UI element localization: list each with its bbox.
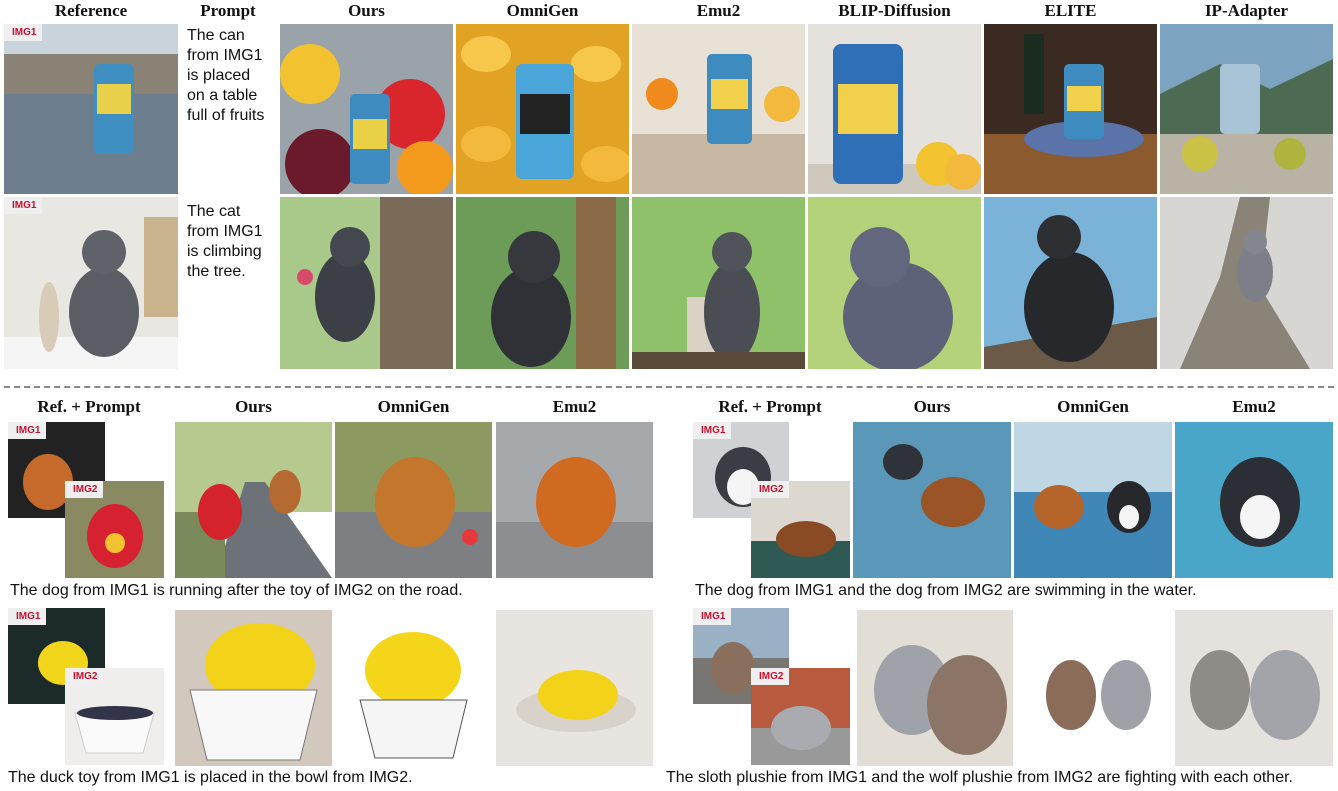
elite-can-image	[984, 24, 1157, 194]
header-emu2-right: Emu2	[1232, 397, 1276, 416]
omnigen-dogs-swimming-image	[1014, 422, 1172, 578]
img1-tag: IMG1	[8, 608, 47, 625]
header-emu2: Emu2	[696, 1, 741, 20]
header-elite: ELITE	[1044, 1, 1097, 20]
ours-duck-bowl-image	[175, 610, 332, 766]
img1-tag: IMG1	[4, 24, 43, 41]
omnigen-sloth-wolf-image	[1016, 610, 1172, 766]
emu2-dog-toy-image	[496, 422, 653, 578]
ours-dog-toy-image	[175, 422, 332, 578]
header-ours: Ours	[348, 1, 385, 20]
img1-tag: IMG1	[8, 422, 47, 439]
ip-adapter-cat-image	[1160, 197, 1333, 369]
omnigen-duck-bowl-image	[335, 610, 492, 766]
img2-tag: IMG2	[751, 481, 790, 498]
reference-img2-bowl: IMG2	[65, 668, 164, 765]
ours-sloth-wolf-image	[857, 610, 1013, 766]
ours-dogs-swimming-image	[853, 422, 1011, 578]
omnigen-dog-toy-image	[335, 422, 492, 578]
reference-cat-image: IMG1	[4, 197, 178, 369]
omnigen-cat-image	[456, 197, 629, 369]
header-ip-adapter: IP-Adapter	[1204, 1, 1289, 20]
caption-dog-toy: The dog from IMG1 is running after the t…	[10, 582, 463, 599]
ip-adapter-can-image	[1160, 24, 1333, 194]
ours-cat-image	[280, 197, 453, 369]
caption-duck-bowl: The duck toy from IMG1 is placed in the …	[8, 769, 413, 786]
section-divider	[4, 386, 1334, 388]
header-omnigen: OmniGen	[506, 1, 579, 20]
caption-sloth-wolf: The sloth plushie from IMG1 and the wolf…	[666, 769, 1293, 786]
blip-diffusion-cat-image	[808, 197, 981, 369]
img2-tag: IMG2	[65, 668, 104, 685]
header-ours-left: Ours	[235, 397, 272, 416]
header-omnigen-left: OmniGen	[377, 397, 450, 416]
reference-img2-toy: IMG2	[65, 481, 164, 578]
emu2-sloth-wolf-image	[1175, 610, 1333, 766]
img1-tag: IMG1	[4, 197, 43, 214]
blip-diffusion-can-image	[808, 24, 981, 194]
emu2-duck-bowl-image	[496, 610, 653, 766]
reference-img2-wolf: IMG2	[751, 668, 850, 765]
header-ref-prompt-right: Ref. + Prompt	[718, 397, 822, 416]
header-prompt: Prompt	[200, 1, 256, 20]
header-blip-diffusion: BLIP-Diffusion	[838, 1, 951, 20]
reference-can-image: IMG1	[4, 24, 178, 194]
img1-tag: IMG1	[693, 608, 732, 625]
img2-tag: IMG2	[65, 481, 104, 498]
header-reference: Reference	[54, 1, 128, 20]
header-omnigen-right: OmniGen	[1057, 397, 1129, 416]
emu2-cat-image	[632, 197, 805, 369]
img2-tag: IMG2	[751, 668, 790, 685]
prompt-cat: The cat from IMG1 is climbing the tree.	[187, 203, 263, 280]
header-emu2-left: Emu2	[552, 397, 597, 416]
reference-img2-spaniel: IMG2	[751, 481, 850, 578]
header-ref-prompt-left: Ref. + Prompt	[37, 397, 141, 416]
omnigen-can-image	[456, 24, 629, 194]
elite-cat-image	[984, 197, 1157, 369]
ours-can-image	[280, 24, 453, 194]
header-ours-right: Ours	[913, 397, 951, 416]
img1-tag: IMG1	[693, 422, 732, 439]
prompt-can: The can from IMG1 is placed on a table full …	[187, 27, 265, 124]
emu2-dogs-swimming-image	[1175, 422, 1333, 578]
caption-dogs-swimming: The dog from IMG1 and the dog from IMG2 …	[695, 582, 1197, 599]
emu2-can-image	[632, 24, 805, 194]
